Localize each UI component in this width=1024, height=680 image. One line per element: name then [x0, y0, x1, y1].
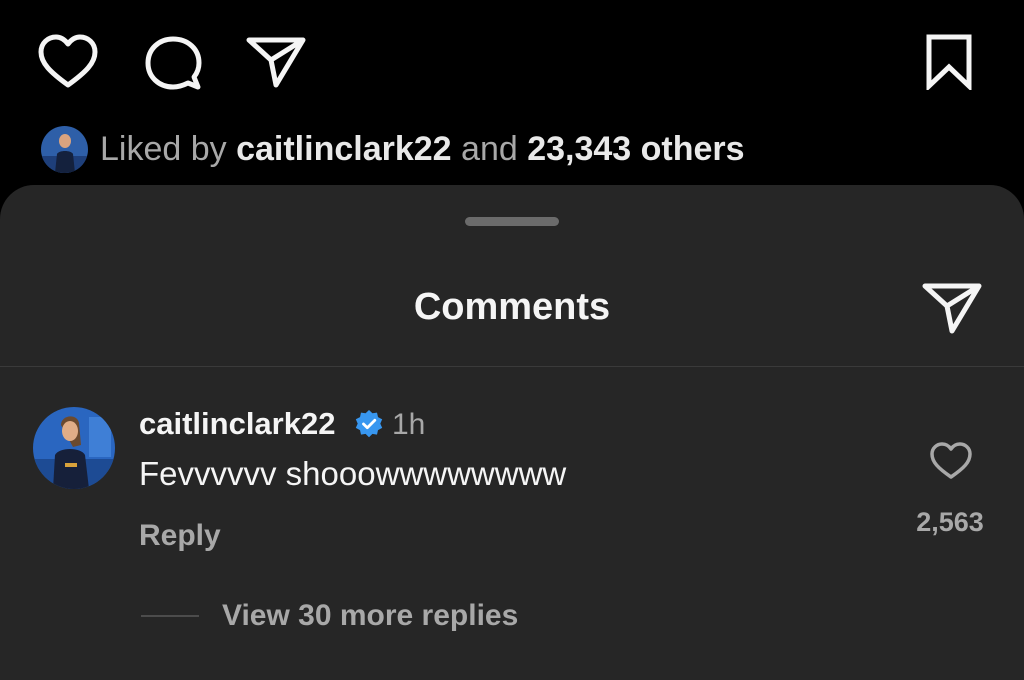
likes-count[interactable]: 23,343 others	[527, 130, 744, 168]
sheet-divider	[0, 366, 1024, 367]
liked-by-row[interactable]: Liked by caitlinclark22 and 23,343 other…	[41, 124, 745, 174]
comment-like-count: 2,563	[916, 507, 984, 537]
comment-button[interactable]	[144, 35, 202, 91]
view-more-replies-button[interactable]: View 30 more replies	[222, 599, 518, 633]
commenter-avatar[interactable]	[33, 407, 115, 489]
comment-icon	[144, 35, 202, 91]
verified-badge-icon	[354, 409, 384, 439]
heart-icon	[929, 441, 973, 481]
share-button[interactable]	[246, 36, 306, 88]
comments-title: Comments	[413, 286, 611, 328]
liker-username[interactable]: caitlinclark22	[236, 130, 451, 168]
paper-plane-icon	[922, 281, 982, 335]
sheet-grabber[interactable]	[465, 217, 559, 226]
comments-sheet: Comments caitlinclark22 1h Fevvvvvv shoo…	[0, 185, 1024, 680]
liker-avatar[interactable]	[41, 125, 88, 173]
comment-timestamp: 1h	[392, 408, 426, 441]
liked-by-prefix: Liked by	[100, 129, 227, 168]
paper-plane-icon	[246, 36, 306, 88]
liked-by-joiner: and	[461, 129, 518, 168]
like-comment-button[interactable]	[929, 441, 973, 481]
save-button[interactable]	[926, 34, 972, 90]
like-post-button[interactable]	[37, 34, 99, 90]
share-comments-button[interactable]	[922, 281, 982, 335]
bookmark-icon	[926, 34, 972, 90]
replies-divider-line	[141, 615, 199, 617]
heart-icon	[37, 34, 99, 90]
reply-button[interactable]: Reply	[139, 519, 221, 553]
comment-text: Fevvvvvv shooowwwwwwww	[139, 455, 567, 492]
comment-username[interactable]: caitlinclark22	[139, 406, 335, 442]
